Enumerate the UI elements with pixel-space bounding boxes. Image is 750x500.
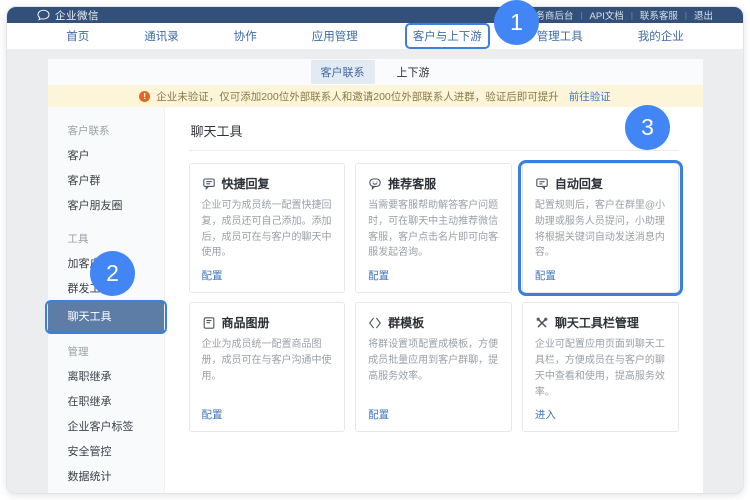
sidebar-group-management: 管理 离职继承 在职继承 企业客户标签 安全管控 数据统计 xyxy=(48,340,164,490)
sidebar-group-customer-contact: 客户联系 客户 客户群 客户朋友圈 xyxy=(48,119,164,219)
sidebar-item-resigned-inheritance[interactable]: 离职继承 xyxy=(48,365,164,390)
configure-link[interactable]: 配置 xyxy=(368,268,500,283)
card-recommend-service: 推荐客服 当需要客服帮助解答客户问题时，可在聊天中主动推荐微信客服，客户点击名片… xyxy=(355,163,512,293)
enter-link[interactable]: 进入 xyxy=(535,407,667,422)
recommend-service-icon xyxy=(368,177,382,191)
configure-link[interactable]: 配置 xyxy=(535,268,667,283)
app-logo: 企业微信 xyxy=(37,8,99,23)
card-title: 聊天工具栏管理 xyxy=(555,314,639,331)
tabbar: 客户联系 上下游 xyxy=(48,59,703,85)
product-album-icon xyxy=(202,316,216,330)
sidebar-item-data-statistics[interactable]: 数据统计 xyxy=(48,465,164,490)
card-header: 群模板 xyxy=(368,314,500,331)
sidebar-group-header: 客户联系 xyxy=(48,119,164,144)
topbar: 企业微信 服务商后台 | API文档 | 联系客服 | 退出 xyxy=(7,7,743,23)
sidebar: 客户联系 客户 客户群 客户朋友圈 工具 加客户 群发工具 聊天工具 管理 xyxy=(48,107,165,493)
auto-reply-icon xyxy=(535,177,549,191)
card-header: 聊天工具栏管理 xyxy=(535,314,667,331)
sidebar-item-onjob-inheritance[interactable]: 在职继承 xyxy=(48,390,164,415)
sidebar-item-customer-groups[interactable]: 客户群 xyxy=(48,169,164,194)
sidebar-group-header: 工具 xyxy=(48,227,164,252)
card-description: 企业可配置应用页面到聊天工具栏，方便成员在与客户的聊天中查看和使用，提高服务效率… xyxy=(535,337,667,400)
spacer xyxy=(7,49,743,59)
content-row: 客户联系 客户 客户群 客户朋友圈 工具 加客户 群发工具 聊天工具 管理 xyxy=(48,107,703,493)
nav-app-management[interactable]: 应用管理 xyxy=(312,28,358,44)
card-chat-toolbar: 聊天工具栏管理 企业可配置应用页面到聊天工具栏，方便成员在与客户的聊天中查看和使… xyxy=(522,302,679,432)
configure-link[interactable]: 配置 xyxy=(202,268,334,283)
quick-reply-icon xyxy=(202,177,216,191)
sidebar-item-security-control[interactable]: 安全管控 xyxy=(48,440,164,465)
card-header: 商品图册 xyxy=(202,314,334,331)
sidebar-item-customer-moments[interactable]: 客户朋友圈 xyxy=(48,194,164,219)
sidebar-group-tools: 工具 加客户 群发工具 聊天工具 xyxy=(48,227,164,332)
nav-management-tools[interactable]: 管理工具 xyxy=(537,28,583,44)
tab-updownstream[interactable]: 上下游 xyxy=(387,60,440,84)
card-description: 当需要客服帮助解答客户问题时，可在聊天中主动推荐微信客服，客户点击名片即可向客服… xyxy=(368,198,500,261)
sidebar-item-customer-tags[interactable]: 企业客户标签 xyxy=(48,415,164,440)
card-title: 推荐客服 xyxy=(388,175,436,192)
sidebar-item-chat-tools[interactable]: 聊天工具 xyxy=(48,302,164,332)
nav-contacts[interactable]: 通讯录 xyxy=(144,28,179,44)
configure-link[interactable]: 配置 xyxy=(368,407,500,422)
card-header: 自动回复 xyxy=(535,175,667,192)
card-title: 自动回复 xyxy=(555,175,603,192)
nav-label: 客户与上下游 xyxy=(413,31,482,43)
card-product-album: 商品图册 企业为成员统一配置商品图册，成员可在与客户沟通中使用。 配置 xyxy=(189,302,346,432)
warning-icon: ! xyxy=(139,91,150,102)
card-description: 企业可为成员统一配置快捷回复，成员还可自己添加。添加后，成员可在与客户的聊天中使… xyxy=(202,198,334,261)
logo-text: 企业微信 xyxy=(55,8,99,23)
chat-bubble-logo-icon xyxy=(37,9,50,21)
nav-collaboration[interactable]: 协作 xyxy=(234,28,257,44)
divider: | xyxy=(631,11,633,20)
divider: | xyxy=(580,11,582,20)
app-window: 企业微信 服务商后台 | API文档 | 联系客服 | 退出 首页 通讯录 协作… xyxy=(6,6,744,494)
group-template-icon xyxy=(368,316,382,330)
card-title: 群模板 xyxy=(388,314,424,331)
page-title: 聊天工具 xyxy=(189,115,679,151)
nav-my-company[interactable]: 我的企业 xyxy=(638,28,684,44)
cards-grid: 快捷回复 企业可为成员统一配置快捷回复，成员还可自己添加。添加后，成员可在与客户… xyxy=(189,163,679,432)
card-quick-reply: 快捷回复 企业可为成员统一配置快捷回复，成员还可自己添加。添加后，成员可在与客户… xyxy=(189,163,346,293)
card-header: 推荐客服 xyxy=(368,175,500,192)
tab-customer-contact[interactable]: 客户联系 xyxy=(311,60,375,84)
sidebar-item-customers[interactable]: 客户 xyxy=(48,144,164,169)
card-description: 将群设置项配置成模板，方便成员批量应用到客户群聊，提高服务效率。 xyxy=(368,337,500,384)
sidebar-item-label: 聊天工具 xyxy=(68,311,112,323)
logout-link[interactable]: 退出 xyxy=(694,8,713,22)
content-wrapper: 客户联系 上下游 ! 企业未验证，仅可添加200位外部联系人和邀请200位外部联… xyxy=(48,59,703,493)
chat-toolbar-icon xyxy=(535,316,549,330)
card-title: 快捷回复 xyxy=(222,175,270,192)
topbar-links: 服务商后台 | API文档 | 联系客服 | 退出 xyxy=(526,8,713,22)
sidebar-item-group-send[interactable]: 群发工具 xyxy=(48,277,164,302)
card-auto-reply: 自动回复 配置规则后，客户在群里@小助理或服务人员提问，小助理将根据关键词自动发… xyxy=(522,163,679,293)
contact-support-link[interactable]: 联系客服 xyxy=(640,8,678,22)
card-group-template: 群模板 将群设置项配置成模板，方便成员批量应用到客户群聊，提高服务效率。 配置 xyxy=(355,302,512,432)
sidebar-group-header: 管理 xyxy=(48,340,164,365)
card-description: 企业为成员统一配置商品图册，成员可在与客户沟通中使用。 xyxy=(202,337,334,384)
go-verify-link[interactable]: 前往验证 xyxy=(569,89,611,104)
card-description: 配置规则后，客户在群里@小助理或服务人员提问，小助理将根据关键词自动发送消息内容… xyxy=(535,198,667,261)
nav-customers-updownstream[interactable]: 客户与上下游 xyxy=(413,28,482,44)
card-title: 商品图册 xyxy=(222,314,270,331)
sidebar-item-add-customer[interactable]: 加客户 xyxy=(48,252,164,277)
divider: | xyxy=(685,11,687,20)
banner-text: 企业未验证，仅可添加200位外部联系人和邀请200位外部联系人进群，验证后即可提… xyxy=(156,89,559,104)
configure-link[interactable]: 配置 xyxy=(202,407,334,422)
verification-banner: ! 企业未验证，仅可添加200位外部联系人和邀请200位外部联系人进群，验证后即… xyxy=(48,85,703,107)
api-docs-link[interactable]: API文档 xyxy=(590,8,624,22)
main-navbar: 首页 通讯录 协作 应用管理 客户与上下游 管理工具 我的企业 xyxy=(7,23,743,49)
card-header: 快捷回复 xyxy=(202,175,334,192)
service-provider-link[interactable]: 服务商后台 xyxy=(526,8,574,22)
main-content: 聊天工具 快捷回复 xyxy=(165,107,703,493)
nav-home[interactable]: 首页 xyxy=(66,28,89,44)
